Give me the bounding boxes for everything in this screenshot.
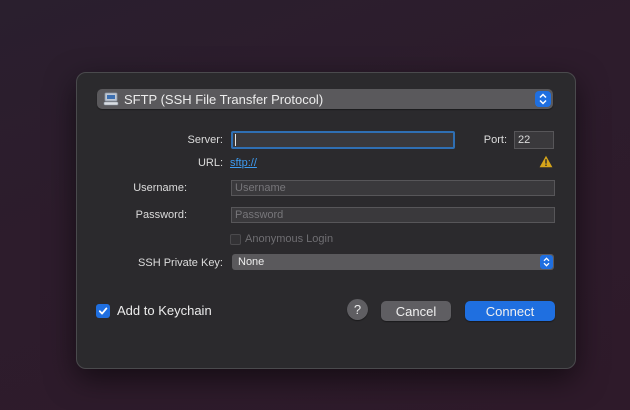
text-caret (235, 134, 236, 146)
anonymous-login-checkbox[interactable] (230, 234, 241, 245)
chevron-updown-icon[interactable] (540, 255, 553, 269)
help-button[interactable]: ? (347, 299, 368, 320)
connection-dialog: SFTP (SSH File Transfer Protocol) Server… (76, 72, 576, 369)
add-to-keychain-checkbox[interactable] (96, 304, 110, 318)
url-label: URL: (197, 157, 223, 169)
warning-icon[interactable] (539, 155, 553, 168)
port-label: Port: (483, 134, 507, 146)
ssh-key-select[interactable]: None (232, 254, 554, 270)
ssh-key-label: SSH Private Key: (138, 257, 223, 269)
password-label: Password: (135, 209, 187, 221)
server-input[interactable] (231, 131, 455, 149)
protocol-label: SFTP (SSH File Transfer Protocol) (124, 91, 324, 107)
server-label: Server: (187, 134, 223, 146)
network-drive-icon (103, 92, 119, 106)
port-input[interactable] (514, 131, 554, 149)
anonymous-login-label: Anonymous Login (245, 233, 334, 245)
ssh-key-value: None (238, 256, 265, 268)
chevron-updown-icon[interactable] (535, 91, 551, 107)
password-input[interactable] (231, 207, 555, 223)
checkmark-icon (98, 307, 108, 315)
username-label: Username: (133, 182, 187, 194)
add-to-keychain-label: Add to Keychain (117, 303, 212, 318)
url-link[interactable]: sftp:// (230, 157, 257, 169)
connect-button[interactable]: Connect (465, 301, 555, 321)
cancel-button[interactable]: Cancel (381, 301, 451, 321)
protocol-select[interactable]: SFTP (SSH File Transfer Protocol) (97, 89, 553, 109)
username-input[interactable] (231, 180, 555, 196)
